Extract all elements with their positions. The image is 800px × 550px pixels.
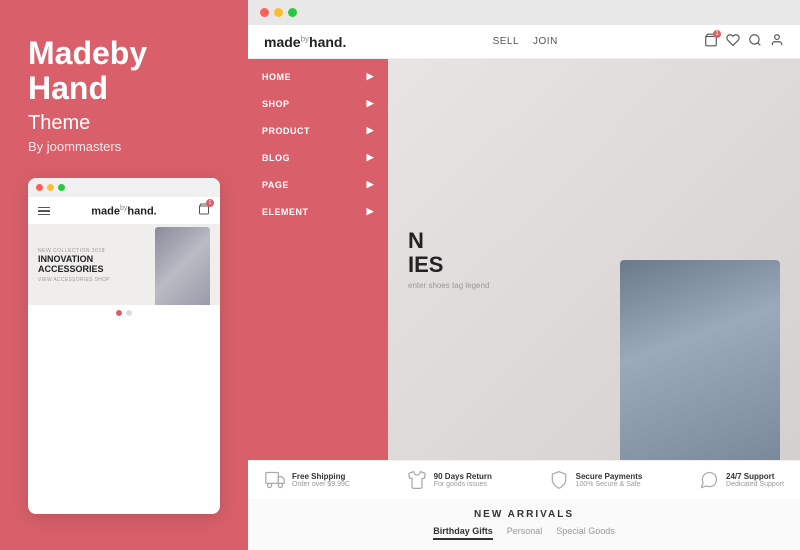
feature-shipping-sub: Order over $9.99C [292, 481, 350, 488]
mini-hero-title: INNOVATIONACCESSORIES [38, 254, 110, 276]
right-panel: madebyhand. SELL JOIN 1 [248, 0, 800, 550]
mini-dots-indicator [28, 305, 220, 321]
mini-figure-image [155, 227, 210, 305]
sidebar-item-blog[interactable]: BLOG ▶ [248, 144, 388, 171]
nav-join[interactable]: JOIN [533, 36, 558, 47]
mini-hero-cta: VIEW ACCESSORIES SHOP [38, 277, 110, 283]
support-icon [698, 469, 720, 491]
site-logo: madebyhand. [264, 34, 346, 50]
site-nav: SELL JOIN [493, 36, 558, 47]
brand-title: Madeby Hand [28, 36, 220, 106]
site-header: madebyhand. SELL JOIN 1 [248, 25, 800, 59]
hero-text-block: NIES enter shoes tag legend [388, 209, 509, 310]
browser-dot-red [260, 8, 269, 17]
mini-header: madebyhand. 1 [28, 197, 220, 225]
mini-cart-icon: 1 [198, 203, 210, 218]
feature-payments-title: Secure Payments [576, 472, 643, 481]
truck-icon [264, 469, 286, 491]
sidebar-arrow-page: ▶ [367, 179, 374, 190]
mini-dot-red [36, 184, 43, 191]
feature-payments-text: Secure Payments 100% Secure & Safe [576, 472, 643, 488]
mini-content: madebyhand. 1 NEW COLLECTION 2018 [28, 197, 220, 511]
mini-header-icons: 1 [198, 203, 210, 218]
hero-person-body [620, 260, 780, 460]
feature-return: 90 Days Return For goods issues [406, 469, 492, 491]
mini-dot-green [58, 184, 65, 191]
browser-dot-yellow [274, 8, 283, 17]
mini-logo: madebyhand. [91, 205, 157, 218]
feature-support-title: 24/7 Support [726, 472, 784, 481]
mini-dot-active [116, 310, 122, 316]
nav-sell[interactable]: SELL [493, 36, 519, 47]
feature-support: 24/7 Support Dedicated Support [698, 469, 784, 491]
wishlist-icon[interactable] [726, 33, 740, 50]
feature-free-shipping: Free Shipping Order over $9.99C [264, 469, 350, 491]
feature-payments: Secure Payments 100% Secure & Safe [548, 469, 643, 491]
feature-return-sub: For goods issues [434, 481, 492, 488]
sidebar-item-shop[interactable]: SHOP ▶ [248, 90, 388, 117]
feature-support-text: 24/7 Support Dedicated Support [726, 472, 784, 488]
brand-subtitle: Theme [28, 112, 220, 135]
hero-small-text: enter shoes tag legend [408, 281, 489, 290]
shield-icon [548, 469, 570, 491]
browser-content: madebyhand. SELL JOIN 1 [248, 25, 800, 550]
mini-hero: NEW COLLECTION 2018 INNOVATIONACCESSORIE… [28, 225, 220, 305]
browser-dot-green [288, 8, 297, 17]
mini-hero-text: NEW COLLECTION 2018 INNOVATIONACCESSORIE… [28, 240, 120, 292]
features-bar: Free Shipping Order over $9.99C 90 Days … [248, 460, 800, 499]
user-icon[interactable] [770, 33, 784, 50]
hero-person-image [620, 260, 780, 460]
cart-icon[interactable]: 1 [704, 33, 718, 50]
tab-special-goods[interactable]: Special Goods [556, 526, 615, 540]
sidebar-item-page[interactable]: PAGE ▶ [248, 171, 388, 198]
browser-bar [248, 0, 800, 25]
feature-return-title: 90 Days Return [434, 472, 492, 481]
tab-birthday-gifts[interactable]: Birthday Gifts [433, 526, 493, 540]
new-arrivals-section: NEW ARRIVALS Birthday Gifts Personal Spe… [248, 499, 800, 550]
sidebar-arrow-shop: ▶ [367, 98, 374, 109]
mini-dot-inactive [126, 310, 132, 316]
feature-support-sub: Dedicated Support [726, 481, 784, 488]
feature-shipping-title: Free Shipping [292, 472, 350, 481]
site-main: HOME ▶ SHOP ▶ PRODUCT ▶ BLOG ▶ PAGE ▶ [248, 59, 800, 460]
mini-cart-badge-count: 1 [206, 199, 214, 207]
new-arrivals-title: NEW ARRIVALS [268, 509, 780, 520]
tab-personal[interactable]: Personal [507, 526, 543, 540]
sidebar-arrow-element: ▶ [367, 206, 374, 217]
left-panel: Madeby Hand Theme By joommasters madebyh… [0, 0, 248, 550]
sidebar-item-element[interactable]: ELEMENT ▶ [248, 198, 388, 225]
mini-dot-yellow [47, 184, 54, 191]
feature-shipping-text: Free Shipping Order over $9.99C [292, 472, 350, 488]
feature-return-text: 90 Days Return For goods issues [434, 472, 492, 488]
site-sidebar: HOME ▶ SHOP ▶ PRODUCT ▶ BLOG ▶ PAGE ▶ [248, 59, 388, 460]
feature-payments-sub: 100% Secure & Safe [576, 481, 643, 488]
mini-browser-mockup: madebyhand. 1 NEW COLLECTION 2018 [28, 178, 220, 514]
site-header-icons: 1 [704, 33, 784, 50]
sidebar-arrow-home: ▶ [367, 71, 374, 82]
sidebar-arrow-blog: ▶ [367, 152, 374, 163]
hero-big-title: NIES [408, 229, 489, 277]
brand-by: By joommasters [28, 139, 220, 154]
sidebar-item-home[interactable]: HOME ▶ [248, 63, 388, 90]
mini-hamburger-icon [38, 207, 50, 216]
mini-browser-bar [28, 178, 220, 197]
search-icon[interactable] [748, 33, 762, 50]
sidebar-arrow-product: ▶ [367, 125, 374, 136]
site-hero: NIES enter shoes tag legend [388, 59, 800, 460]
sidebar-item-product[interactable]: PRODUCT ▶ [248, 117, 388, 144]
shirt-icon [406, 469, 428, 491]
mini-figure [155, 227, 210, 305]
mini-hero-label: NEW COLLECTION 2018 [38, 248, 110, 254]
new-arrivals-tabs: Birthday Gifts Personal Special Goods [268, 526, 780, 540]
